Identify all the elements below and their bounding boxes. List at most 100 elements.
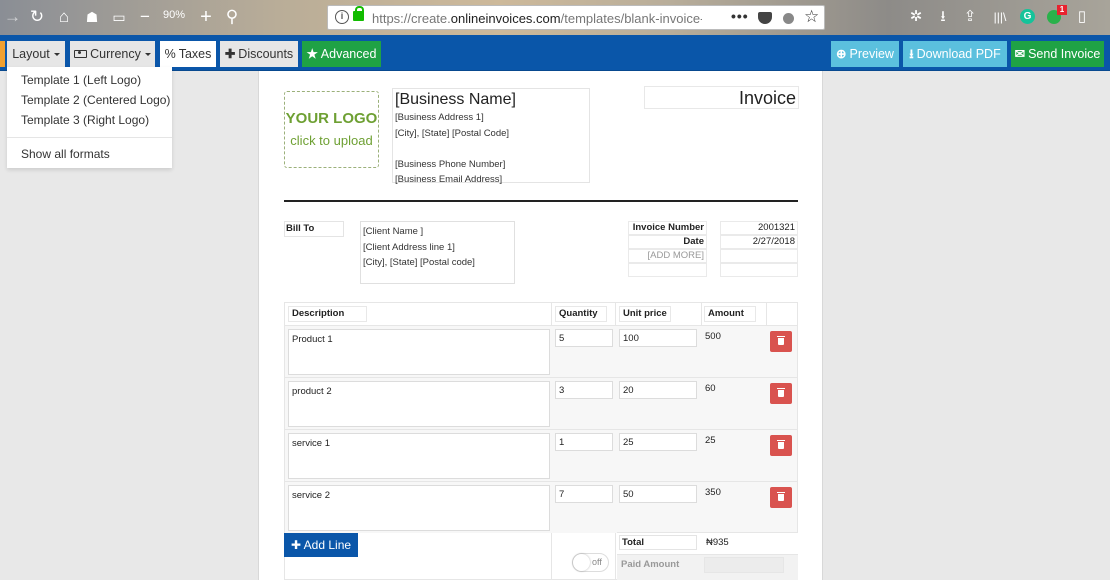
line-amount: 25 [705, 435, 716, 446]
library-icon[interactable]: |||\ [990, 7, 1010, 27]
unit-price-field[interactable]: 20 [619, 381, 697, 399]
column-header-unit-price[interactable]: Unit price [619, 306, 671, 322]
currency-label: Currency [90, 47, 141, 61]
url-path: /templates/blank-invoice-temp [560, 11, 702, 26]
paid-amount-field[interactable] [704, 557, 784, 573]
add-more-meta-button[interactable]: [ADD MORE] [628, 249, 707, 263]
delete-line-button[interactable] [770, 487, 792, 508]
trash-icon [777, 336, 785, 345]
menu-item-show-all-formats[interactable]: Show all formats [21, 147, 110, 161]
search-icon[interactable]: ⚲ [224, 6, 240, 28]
logo-upload[interactable]: YOUR LOGO click to upload [284, 91, 379, 168]
address-bar[interactable]: i https://create.onlineinvoices.com/temp… [327, 5, 825, 30]
star-icon: ★ [306, 47, 318, 61]
client-city-line: [City], [State] [Postal code] [363, 257, 475, 268]
menu-item-template-2[interactable]: Template 2 (Centered Logo) [21, 93, 170, 107]
description-field[interactable]: Product 1 [288, 329, 550, 375]
forward-arrow-icon[interactable]: → [4, 6, 21, 28]
invoice-title-field[interactable]: Invoice [644, 86, 799, 109]
invoice-number-label[interactable]: Invoice Number [628, 221, 707, 235]
menu-item-template-3[interactable]: Template 3 (Right Logo) [21, 113, 149, 127]
quantity-field[interactable]: 5 [555, 329, 613, 347]
trash-icon [777, 388, 785, 397]
site-info-icon[interactable]: i [335, 10, 349, 24]
extra-meta-field[interactable] [720, 249, 798, 263]
unit-price-field[interactable]: 50 [619, 485, 697, 503]
layout-dropdown-button[interactable]: Layout [7, 41, 65, 67]
table-row: service 1 1 25 25 [285, 429, 797, 481]
trash-icon [777, 440, 785, 449]
unit-price-field[interactable]: 25 [619, 433, 697, 451]
bookmark-star-icon[interactable]: ☆ [804, 7, 819, 27]
discounts-button[interactable]: ✚ Discounts [220, 41, 298, 67]
zoom-level[interactable]: 90% [163, 9, 185, 21]
date-field[interactable]: 2/27/2018 [720, 235, 798, 249]
invoice-number-field[interactable]: 2001321 [720, 221, 798, 235]
currency-dropdown-button[interactable]: Currency [70, 41, 155, 67]
business-email: [Business Email Address] [395, 174, 503, 185]
delete-line-button[interactable] [770, 383, 792, 404]
page-actions-icon[interactable]: ••• [731, 8, 749, 24]
zoom-in-icon: ⊕ [836, 47, 847, 61]
extra-meta-label-blank[interactable] [628, 263, 707, 277]
quantity-field[interactable]: 1 [555, 433, 613, 451]
column-header-quantity[interactable]: Quantity [555, 306, 607, 322]
delete-line-button[interactable] [770, 331, 792, 352]
download-label: Download PDF [916, 47, 1001, 61]
sidebar-icon[interactable]: ▯ [1074, 7, 1090, 27]
percent-icon: % [164, 47, 176, 61]
header-divider [284, 200, 798, 202]
advanced-label: Advanced [320, 47, 377, 61]
url-text[interactable]: https://create.onlineinvoices.com/templa… [372, 11, 702, 26]
column-header-description[interactable]: Description [288, 306, 367, 322]
business-info-field[interactable]: [Business Name] [Business Address 1] [Ci… [392, 88, 590, 185]
business-city-line: [City], [State] [Postal Code] [395, 127, 510, 139]
total-value: ₦935 [706, 537, 729, 548]
bookmark-manager-icon[interactable]: ☗ [83, 6, 101, 28]
quantity-field[interactable]: 3 [555, 381, 613, 399]
description-field[interactable]: product 2 [288, 381, 550, 427]
description-field[interactable]: service 1 [288, 433, 550, 479]
preview-button[interactable]: ⊕ Preview [831, 41, 899, 67]
client-info-field[interactable]: [Client Name ] [Client Address line 1] [… [360, 221, 515, 284]
url-prefix: https://create. [372, 11, 451, 26]
quantity-field[interactable]: 7 [555, 485, 613, 503]
total-label[interactable]: Total [619, 535, 697, 550]
line-amount: 350 [705, 487, 721, 498]
pocket-icon[interactable] [758, 12, 772, 24]
settings-icon[interactable]: ✲ [908, 7, 924, 27]
invoice-toolbar: Layout Currency % Taxes ✚ Discounts ★ Advan… [0, 35, 1110, 71]
reload-icon[interactable]: ↻ [28, 6, 46, 28]
caret-down-icon [144, 53, 151, 57]
date-label[interactable]: Date [628, 235, 707, 249]
send-invoice-button[interactable]: ✉ Send Invoice [1011, 41, 1104, 67]
preview-label: Preview [849, 47, 894, 61]
grammarly-icon[interactable]: G [1020, 9, 1035, 24]
delete-line-button[interactable] [770, 435, 792, 456]
zoom-in-icon[interactable]: + [198, 6, 214, 28]
line-amount: 60 [705, 383, 716, 394]
taxes-button[interactable]: % Taxes [160, 41, 216, 67]
unit-price-field[interactable]: 100 [619, 329, 697, 347]
home-icon[interactable]: ⌂ [55, 6, 73, 28]
add-line-button[interactable]: ✚ Add Line [284, 533, 358, 557]
menu-item-template-1[interactable]: Template 1 (Left Logo) [21, 73, 141, 87]
download-pdf-button[interactable]: ⭳ Download PDF [903, 41, 1007, 67]
share-icon[interactable]: ⇪ [962, 7, 978, 27]
paid-amount-toggle[interactable]: off [572, 553, 609, 572]
download-icon[interactable]: ⭳ [935, 7, 951, 27]
bill-to-label[interactable]: Bill To [284, 221, 344, 237]
layout-menu: Template 1 (Left Logo) Template 2 (Cente… [7, 67, 172, 168]
line-amount: 500 [705, 331, 721, 342]
business-address: [Business Address 1] [395, 112, 484, 123]
advanced-button[interactable]: ★ Advanced [302, 41, 381, 67]
zoom-out-icon[interactable]: − [138, 6, 152, 28]
extension-dot-icon[interactable] [783, 13, 794, 24]
extra-meta-field-blank[interactable] [720, 263, 798, 277]
logo-title: YOUR LOGO [285, 110, 378, 127]
description-field[interactable]: service 2 [288, 485, 550, 531]
toggle-knob [573, 554, 590, 571]
column-header-amount[interactable]: Amount [704, 306, 756, 322]
business-phone: [Business Phone Number] [395, 158, 506, 170]
save-to-folder-icon[interactable]: ▭ [110, 6, 128, 28]
